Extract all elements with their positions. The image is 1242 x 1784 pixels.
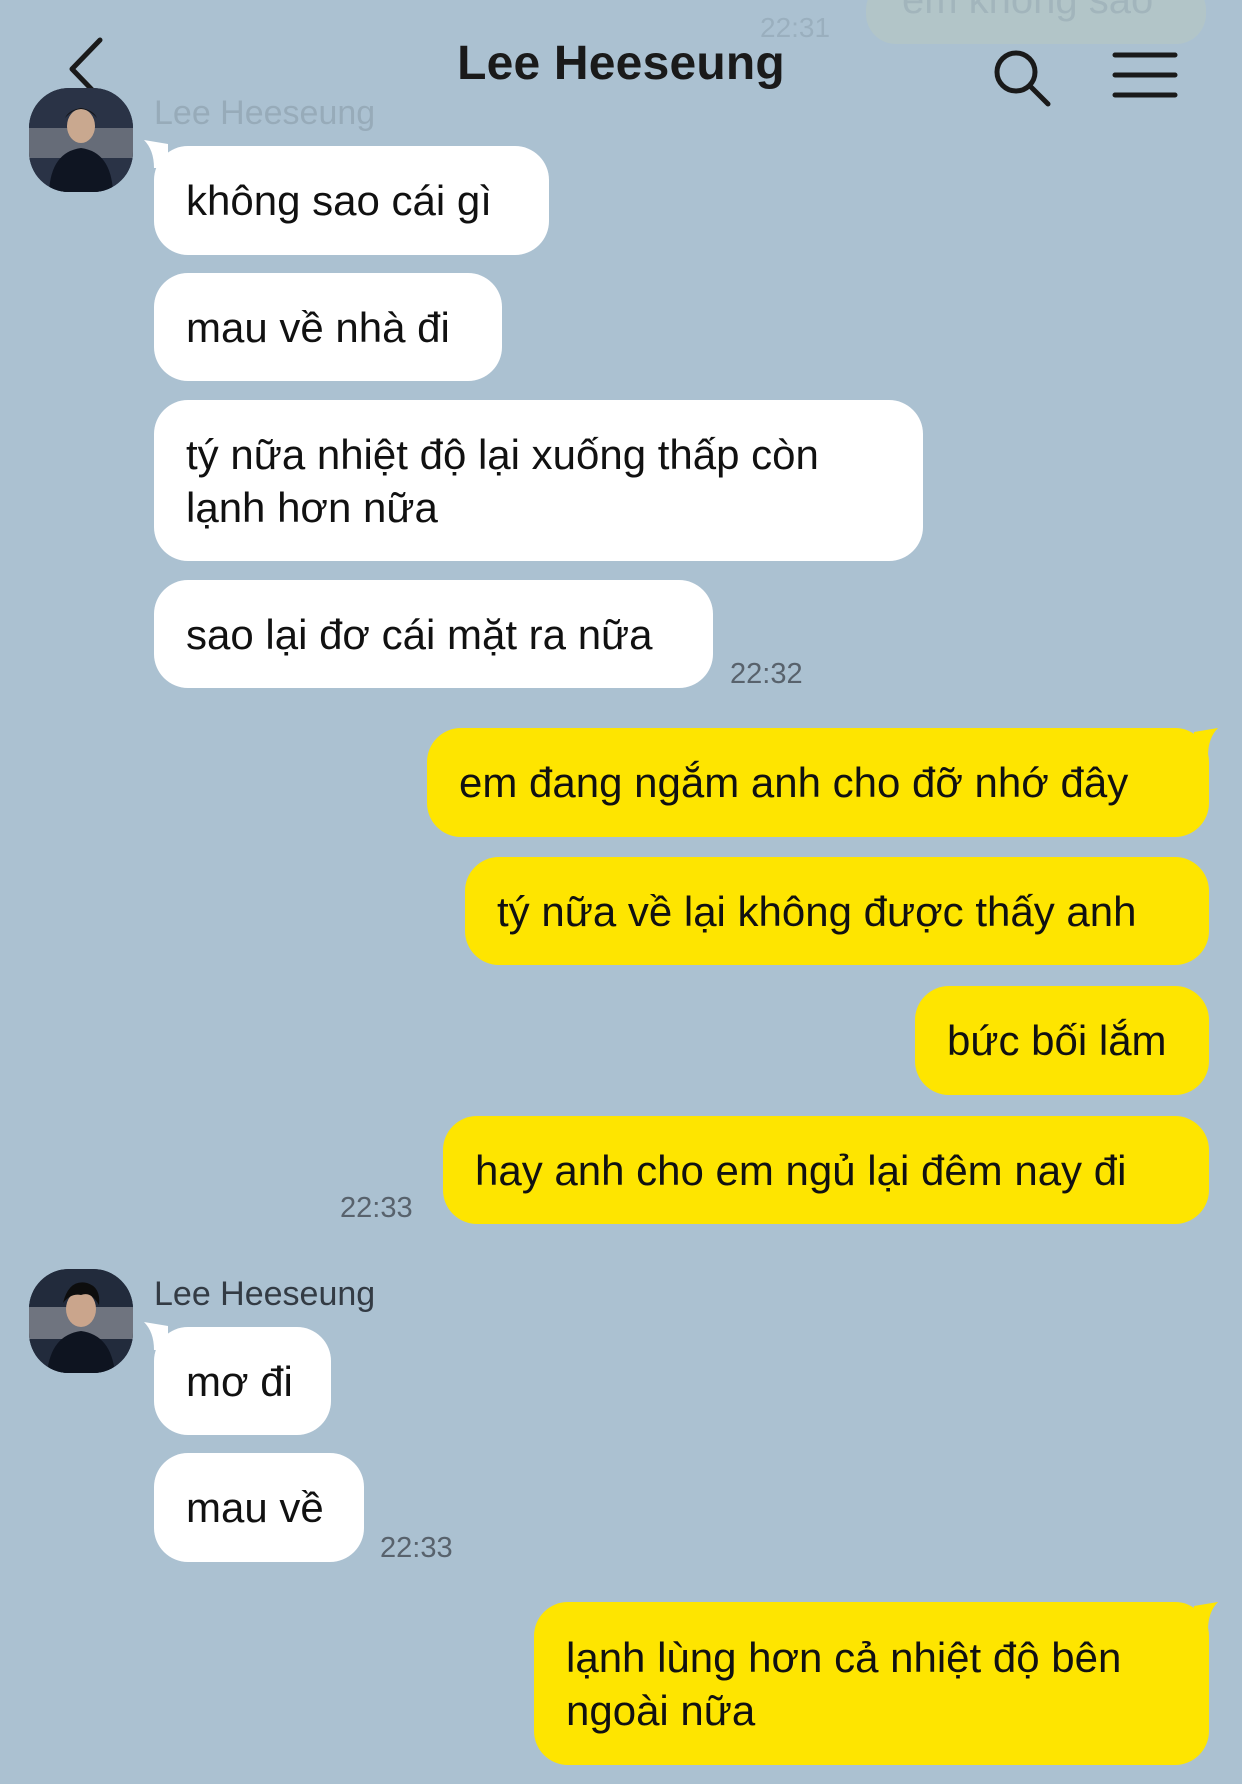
bubble-tail	[144, 140, 168, 168]
chat-title: Lee Heeseung	[457, 37, 785, 90]
incoming-message-bubble[interactable]: tý nữa nhiệt độ lại xuống thấp còn lạnh …	[154, 400, 923, 561]
outgoing-message-bubble[interactable]: tý nữa về lại không được thấy anh	[465, 857, 1209, 965]
incoming-message-bubble[interactable]: mau về nhà đi	[154, 273, 502, 381]
bubble-tail	[1194, 1602, 1218, 1630]
bubble-tail	[144, 1322, 168, 1350]
sender-avatar[interactable]	[29, 88, 133, 192]
outgoing-message-bubble[interactable]: lạnh lùng hơn cả nhiệt độ bên ngoài nữa	[534, 1602, 1209, 1765]
message-time: 22:32	[730, 658, 803, 690]
incoming-message-bubble[interactable]: mơ đi	[154, 1327, 331, 1435]
outgoing-message-bubble[interactable]: bức bối lắm	[915, 986, 1209, 1095]
incoming-message-bubble[interactable]: sao lại đơ cái mặt ra nữa	[154, 580, 713, 688]
sender-name: Lee Heeseung	[154, 1275, 376, 1313]
message-time: 22:33	[340, 1192, 413, 1224]
previous-sender-name: Lee Heeseung	[154, 94, 376, 132]
sender-avatar[interactable]	[29, 1269, 133, 1373]
outgoing-message-bubble[interactable]: em đang ngắm anh cho đỡ nhớ đây	[427, 728, 1209, 837]
outgoing-message-bubble[interactable]: hay anh cho em ngủ lại đêm nay đi	[443, 1116, 1209, 1224]
message-time: 22:33	[380, 1532, 453, 1564]
incoming-message-bubble[interactable]: mau về	[154, 1453, 364, 1562]
bubble-tail	[1194, 728, 1218, 756]
incoming-message-bubble[interactable]: không sao cái gì	[154, 146, 549, 255]
hamburger-menu-icon[interactable]	[1112, 50, 1178, 100]
search-icon[interactable]	[990, 46, 1054, 110]
